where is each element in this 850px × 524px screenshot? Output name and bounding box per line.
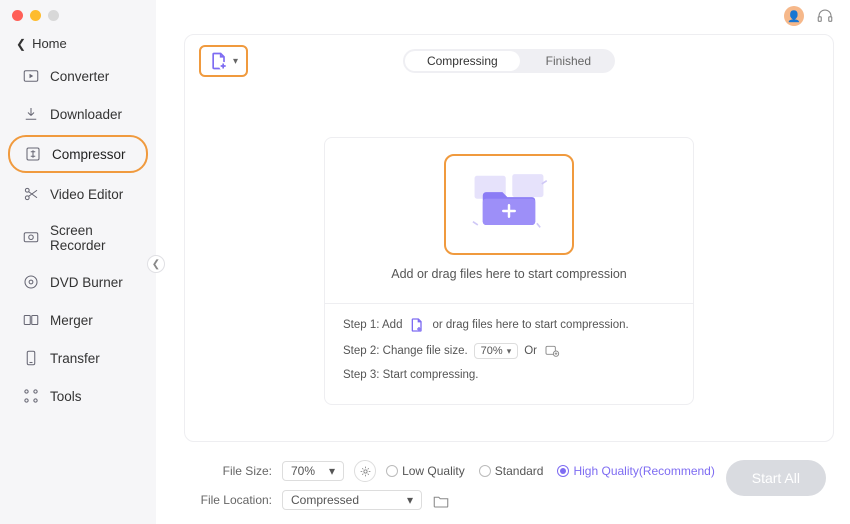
file-location-row: File Location: Compressed ▾ bbox=[192, 490, 826, 510]
sidebar: ❮ Home Converter Downloader Compressor V… bbox=[0, 0, 156, 524]
sidebar-item-compressor[interactable]: Compressor bbox=[8, 135, 148, 173]
file-add-icon bbox=[209, 51, 229, 71]
file-add-icon[interactable] bbox=[408, 317, 426, 333]
file-location-select[interactable]: Compressed ▾ bbox=[282, 490, 422, 510]
sidebar-item-label: DVD Burner bbox=[50, 275, 123, 290]
home-link[interactable]: ❮ Home bbox=[0, 30, 156, 57]
folder-plus-icon bbox=[468, 166, 550, 238]
minimize-window-icon[interactable] bbox=[30, 10, 41, 21]
converter-icon bbox=[22, 67, 40, 85]
maximize-window-icon[interactable] bbox=[48, 10, 59, 21]
chevron-down-icon: ▾ bbox=[329, 464, 335, 478]
window-traffic-lights[interactable] bbox=[12, 10, 59, 21]
chevron-down-icon: ▾ bbox=[233, 56, 238, 67]
transfer-icon bbox=[22, 349, 40, 367]
status-tabs: Compressing Finished bbox=[403, 49, 615, 73]
sidebar-item-label: Video Editor bbox=[50, 187, 123, 202]
add-file-button[interactable]: ▾ bbox=[199, 45, 248, 77]
gear-icon bbox=[359, 465, 372, 478]
sidebar-item-screen-recorder[interactable]: Screen Recorder bbox=[8, 215, 148, 261]
chevron-down-icon: ▾ bbox=[407, 493, 413, 507]
tools-icon bbox=[22, 387, 40, 405]
file-size-select[interactable]: 70% ▾ bbox=[282, 461, 344, 481]
sidebar-item-merger[interactable]: Merger bbox=[8, 303, 148, 337]
quality-high-radio[interactable]: High Quality(Recommend) bbox=[557, 464, 714, 478]
step2-prefix: Step 2: Change file size. bbox=[343, 345, 468, 357]
step2-or: Or bbox=[524, 345, 537, 357]
sidebar-item-label: Transfer bbox=[50, 351, 100, 366]
support-headset-icon[interactable] bbox=[816, 7, 834, 25]
quality-low-radio[interactable]: Low Quality bbox=[386, 464, 465, 478]
user-avatar-icon[interactable]: 👤 bbox=[784, 6, 804, 26]
download-icon bbox=[22, 105, 40, 123]
step-3-row: Step 3: Start compressing. bbox=[325, 364, 693, 386]
step1-suffix: or drag files here to start compression. bbox=[432, 319, 628, 331]
sidebar-item-transfer[interactable]: Transfer bbox=[8, 341, 148, 375]
disc-icon bbox=[22, 273, 40, 291]
sidebar-item-label: Converter bbox=[50, 69, 109, 84]
quality-radio-group: Low Quality Standard High Quality(Recomm… bbox=[386, 464, 715, 478]
sidebar-item-converter[interactable]: Converter bbox=[8, 59, 148, 93]
file-size-settings-button[interactable] bbox=[354, 460, 376, 482]
close-window-icon[interactable] bbox=[12, 10, 23, 21]
drop-area[interactable]: Add or drag files here to start compress… bbox=[324, 137, 694, 405]
step-1-row: Step 1: Add or drag files here to start … bbox=[325, 312, 693, 338]
sidebar-item-downloader[interactable]: Downloader bbox=[8, 97, 148, 131]
start-all-button[interactable]: Start All bbox=[726, 460, 826, 496]
step3-text: Step 3: Start compressing. bbox=[343, 369, 479, 381]
home-label: Home bbox=[32, 36, 67, 51]
merge-icon bbox=[22, 311, 40, 329]
step-2-row: Step 2: Change file size. 70% ▾ Or bbox=[325, 338, 693, 364]
file-size-value: 70% bbox=[291, 464, 315, 478]
step1-prefix: Step 1: Add bbox=[343, 319, 402, 331]
add-folder-button[interactable] bbox=[444, 154, 574, 255]
file-size-label: File Size: bbox=[192, 464, 272, 478]
step2-size-select[interactable]: 70% ▾ bbox=[474, 343, 519, 359]
file-location-label: File Location: bbox=[192, 493, 272, 507]
settings-icon[interactable] bbox=[543, 343, 561, 359]
card-header: ▾ Compressing Finished bbox=[185, 35, 833, 87]
topbar: 👤 bbox=[156, 0, 850, 32]
sidebar-item-label: Compressor bbox=[52, 147, 126, 162]
sidebar-item-label: Tools bbox=[50, 389, 82, 404]
step2-size-value: 70% bbox=[481, 345, 503, 357]
open-folder-button[interactable] bbox=[432, 492, 450, 508]
main-area: 👤 ▾ Compressing Finished bbox=[156, 0, 850, 524]
sidebar-item-label: Merger bbox=[50, 313, 93, 328]
sidebar-item-label: Downloader bbox=[50, 107, 122, 122]
drop-instruction-text: Add or drag files here to start compress… bbox=[391, 267, 627, 281]
chevron-left-icon: ❮ bbox=[16, 37, 26, 51]
file-location-value: Compressed bbox=[291, 493, 359, 507]
tab-compressing[interactable]: Compressing bbox=[405, 51, 520, 71]
sidebar-item-video-editor[interactable]: Video Editor bbox=[8, 177, 148, 211]
sidebar-item-dvd-burner[interactable]: DVD Burner bbox=[8, 265, 148, 299]
chevron-down-icon: ▾ bbox=[507, 346, 512, 357]
sidebar-item-tools[interactable]: Tools bbox=[8, 379, 148, 413]
compressor-icon bbox=[24, 145, 42, 163]
divider bbox=[325, 303, 693, 304]
quality-standard-radio[interactable]: Standard bbox=[479, 464, 544, 478]
content-card: ▾ Compressing Finished bbox=[184, 34, 834, 442]
scissors-icon bbox=[22, 185, 40, 203]
sidebar-item-label: Screen Recorder bbox=[50, 223, 134, 253]
tab-finished[interactable]: Finished bbox=[522, 49, 615, 73]
recorder-icon bbox=[22, 229, 40, 247]
